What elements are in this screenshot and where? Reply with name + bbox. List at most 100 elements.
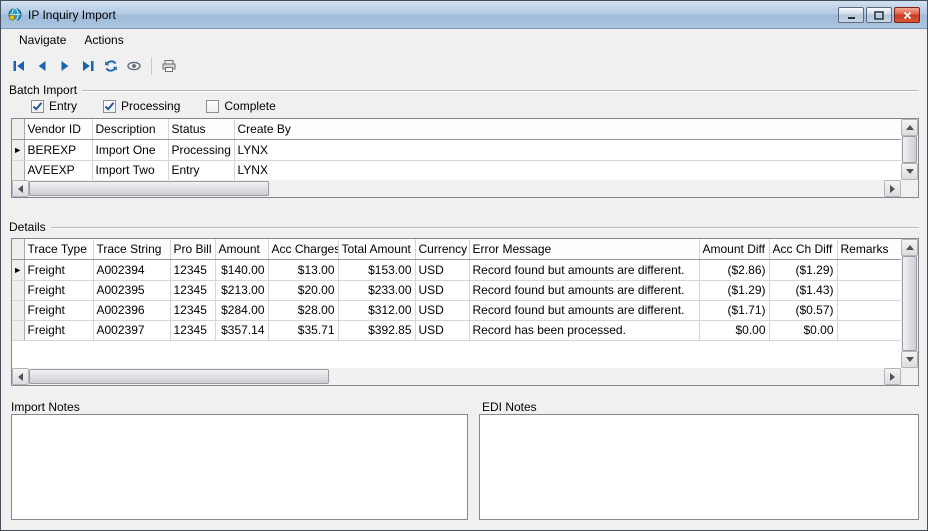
maximize-button[interactable] — [866, 7, 892, 23]
refresh-button[interactable] — [100, 55, 122, 77]
processing-checkbox[interactable]: Processing — [103, 99, 180, 113]
cell[interactable]: 12345 — [170, 259, 215, 280]
complete-checkbox[interactable]: Complete — [206, 99, 275, 113]
cell[interactable]: USD — [415, 300, 469, 320]
cell[interactable]: Record found but amounts are different. — [469, 300, 699, 320]
cell[interactable]: $312.00 — [338, 300, 415, 320]
cell[interactable]: 12345 — [170, 320, 215, 340]
horizontal-scrollbar[interactable] — [12, 368, 901, 385]
import-notes-textarea[interactable] — [11, 414, 468, 520]
scroll-right-button[interactable] — [884, 368, 901, 385]
cell[interactable]: BEREXP — [24, 139, 92, 160]
menu-navigate[interactable]: Navigate — [10, 31, 75, 50]
cell[interactable] — [837, 320, 901, 340]
column-header[interactable]: Acc Ch Diff — [769, 239, 837, 259]
cell[interactable]: $20.00 — [268, 280, 338, 300]
cell[interactable]: ($0.57) — [769, 300, 837, 320]
column-header[interactable]: Trace Type — [24, 239, 93, 259]
cell[interactable]: Entry — [168, 160, 234, 180]
print-button[interactable] — [158, 55, 180, 77]
cell[interactable]: $0.00 — [769, 320, 837, 340]
table-row[interactable]: FreightA00239512345$213.00$20.00$233.00U… — [12, 280, 901, 300]
cell[interactable]: USD — [415, 259, 469, 280]
cell[interactable]: 12345 — [170, 300, 215, 320]
cell[interactable]: $28.00 — [268, 300, 338, 320]
cell[interactable]: Import Two — [92, 160, 168, 180]
cell[interactable]: $233.00 — [338, 280, 415, 300]
column-header[interactable]: Currency — [415, 239, 469, 259]
cell[interactable]: ($2.86) — [699, 259, 769, 280]
vertical-scrollbar[interactable] — [901, 119, 918, 180]
cell[interactable]: $284.00 — [215, 300, 268, 320]
next-record-button[interactable] — [54, 55, 76, 77]
scroll-down-button[interactable] — [901, 163, 918, 180]
table-row[interactable]: FreightA00239612345$284.00$28.00$312.00U… — [12, 300, 901, 320]
table-row[interactable]: AVEEXPImport TwoEntryLYNX — [12, 160, 901, 180]
cell[interactable]: $0.00 — [699, 320, 769, 340]
table-row[interactable]: ►BEREXPImport OneProcessingLYNX — [12, 139, 901, 160]
vertical-scroll-thumb[interactable] — [902, 136, 917, 163]
horizontal-scroll-thumb[interactable] — [29, 369, 329, 384]
menu-actions[interactable]: Actions — [75, 31, 132, 50]
cell[interactable]: A002394 — [93, 259, 170, 280]
cell[interactable]: ($1.29) — [699, 280, 769, 300]
column-header[interactable]: Vendor ID — [24, 119, 92, 139]
vertical-scrollbar[interactable] — [901, 239, 918, 368]
cell[interactable]: $153.00 — [338, 259, 415, 280]
cell[interactable]: $35.71 — [268, 320, 338, 340]
cell[interactable]: Freight — [24, 320, 93, 340]
cell[interactable]: $392.85 — [338, 320, 415, 340]
column-header[interactable]: Total Amount — [338, 239, 415, 259]
column-header[interactable]: Remarks — [837, 239, 901, 259]
column-header[interactable]: Status — [168, 119, 234, 139]
column-header[interactable]: Error Message — [469, 239, 699, 259]
column-header[interactable]: Description — [92, 119, 168, 139]
first-record-button[interactable] — [8, 55, 30, 77]
scroll-down-button[interactable] — [901, 351, 918, 368]
horizontal-scroll-thumb[interactable] — [29, 181, 269, 196]
cell[interactable]: USD — [415, 320, 469, 340]
cell[interactable]: Freight — [24, 300, 93, 320]
column-header[interactable]: Acc Charges — [268, 239, 338, 259]
cell[interactable] — [837, 300, 901, 320]
minimize-button[interactable] — [838, 7, 864, 23]
vertical-scroll-thumb[interactable] — [902, 256, 917, 351]
horizontal-scrollbar[interactable] — [12, 180, 901, 197]
cell[interactable]: AVEEXP — [24, 160, 92, 180]
view-button[interactable] — [123, 55, 145, 77]
prior-record-button[interactable] — [31, 55, 53, 77]
cell[interactable]: 12345 — [170, 280, 215, 300]
cell[interactable]: Record has been processed. — [469, 320, 699, 340]
scroll-up-button[interactable] — [901, 119, 918, 136]
table-row[interactable]: ►FreightA00239412345$140.00$13.00$153.00… — [12, 259, 901, 280]
cell[interactable]: $213.00 — [215, 280, 268, 300]
cell[interactable] — [837, 259, 901, 280]
close-button[interactable] — [894, 7, 920, 23]
edi-notes-textarea[interactable] — [479, 414, 919, 520]
cell[interactable]: Record found but amounts are different. — [469, 259, 699, 280]
column-header[interactable]: Amount — [215, 239, 268, 259]
cell[interactable]: Freight — [24, 259, 93, 280]
cell[interactable]: LYNX — [234, 139, 901, 160]
cell[interactable]: LYNX — [234, 160, 901, 180]
cell[interactable]: $13.00 — [268, 259, 338, 280]
cell[interactable]: Freight — [24, 280, 93, 300]
scroll-right-button[interactable] — [884, 180, 901, 197]
cell[interactable]: $357.14 — [215, 320, 268, 340]
scroll-up-button[interactable] — [901, 239, 918, 256]
cell[interactable]: ($1.29) — [769, 259, 837, 280]
cell[interactable]: A002397 — [93, 320, 170, 340]
cell[interactable]: $140.00 — [215, 259, 268, 280]
cell[interactable]: ($1.43) — [769, 280, 837, 300]
cell[interactable]: A002396 — [93, 300, 170, 320]
cell[interactable]: Import One — [92, 139, 168, 160]
column-header[interactable]: Create By — [234, 119, 901, 139]
cell[interactable]: ($1.71) — [699, 300, 769, 320]
cell[interactable]: A002395 — [93, 280, 170, 300]
scroll-left-button[interactable] — [12, 180, 29, 197]
cell[interactable]: Processing — [168, 139, 234, 160]
table-row[interactable]: FreightA00239712345$357.14$35.71$392.85U… — [12, 320, 901, 340]
column-header[interactable]: Pro Bill — [170, 239, 215, 259]
cell[interactable] — [837, 280, 901, 300]
column-header[interactable]: Amount Diff — [699, 239, 769, 259]
